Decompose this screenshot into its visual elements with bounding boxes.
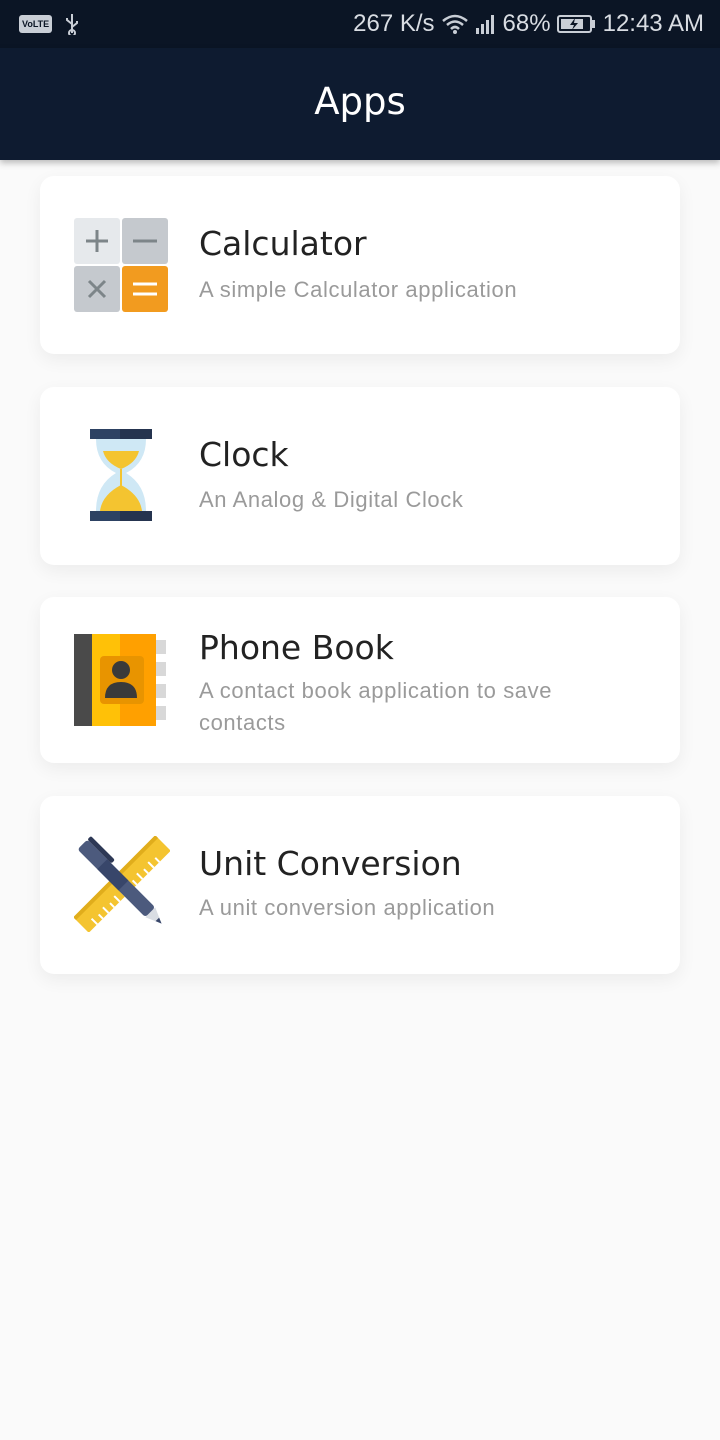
app-description: A unit conversion application xyxy=(199,895,496,920)
ruler-pen-icon xyxy=(74,836,170,932)
battery-charging-icon xyxy=(556,15,595,33)
hourglass-icon xyxy=(90,429,152,521)
battery-percent: 68% xyxy=(502,10,551,37)
app-title: Phone Book xyxy=(199,628,394,667)
network-speed: 267 K/s xyxy=(353,10,435,37)
calculator-icon xyxy=(74,218,168,312)
wifi-icon xyxy=(441,14,468,34)
app-card-clock[interactable]: Clock An Analog & Digital Clock xyxy=(40,387,680,565)
contact-book-icon xyxy=(74,634,166,726)
app-card-calculator[interactable]: Calculator A simple Calculator applicati… xyxy=(40,176,680,354)
page-title: Apps xyxy=(314,80,406,123)
app-bar: Apps xyxy=(0,48,720,160)
app-description: An Analog & Digital Clock xyxy=(199,487,464,512)
volte-icon: VoLTE xyxy=(19,15,53,33)
app-card-phone-book[interactable]: Phone Book A contact book application to… xyxy=(40,597,680,763)
app-description: A contact book application to save conta… xyxy=(199,678,553,735)
status-bar: VoLTE 267 K/s 68% 12:43 AM xyxy=(0,0,720,48)
app-title: Unit Conversion xyxy=(199,844,462,883)
app-card-unit-conversion[interactable]: Unit Conversion A unit conversion applic… xyxy=(40,796,680,974)
signal-icon xyxy=(475,15,494,34)
clock-time: 12:43 AM xyxy=(602,10,704,37)
app-description: A simple Calculator application xyxy=(199,277,518,302)
usb-icon xyxy=(66,14,79,35)
app-title: Calculator xyxy=(199,224,367,263)
app-title: Clock xyxy=(199,435,289,474)
